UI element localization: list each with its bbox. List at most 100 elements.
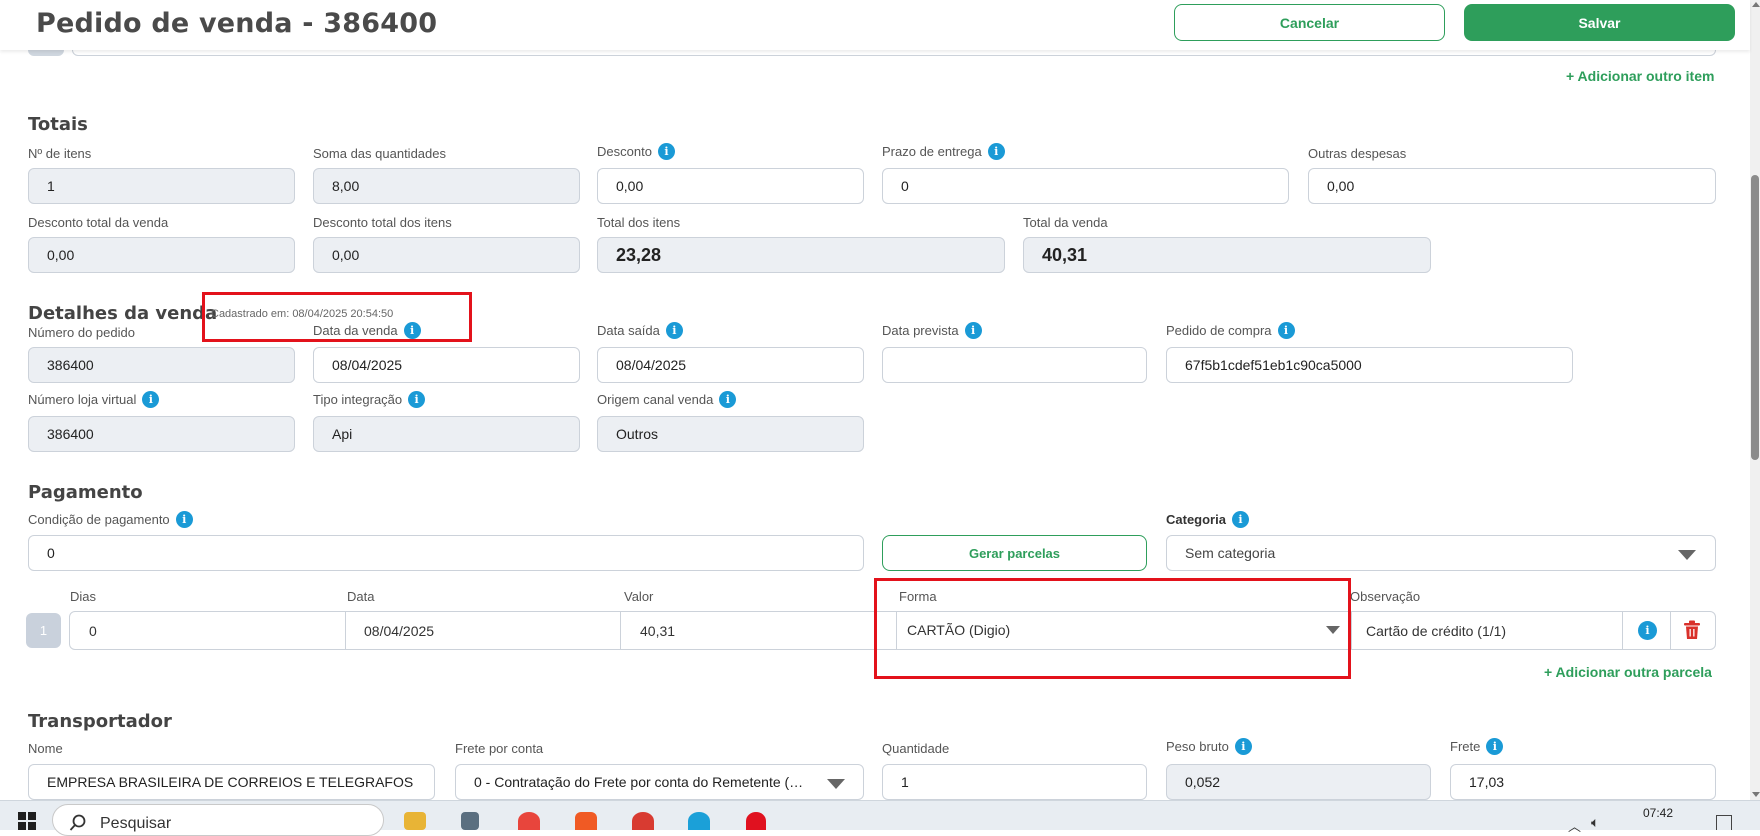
label-data-prevista: Data prevista i bbox=[882, 322, 982, 339]
parcela-observacao-input[interactable]: Cartão de crédito (1/1) bbox=[1366, 623, 1506, 639]
brave-icon[interactable] bbox=[575, 812, 597, 830]
numero-loja-field: 386400 bbox=[28, 416, 295, 452]
info-icon[interactable]: i bbox=[1277, 322, 1295, 339]
cancel-button[interactable]: Cancelar bbox=[1174, 4, 1445, 41]
parcela-dias-input[interactable]: 0 bbox=[89, 623, 97, 639]
label-origem-canal: Origem canal venda i bbox=[597, 391, 737, 408]
tipo-integracao-field: Api bbox=[313, 416, 580, 452]
origem-canal-field: Outros bbox=[597, 416, 864, 452]
info-icon[interactable]: i bbox=[1231, 511, 1249, 528]
info-icon[interactable]: i bbox=[719, 391, 737, 408]
label-desconto: Desconto i bbox=[597, 143, 675, 160]
total-venda-field: 40,31 bbox=[1023, 237, 1431, 273]
col-header-observacao: Observação bbox=[1350, 589, 1421, 604]
label-quantidade: Quantidade bbox=[882, 741, 950, 756]
prazo-input[interactable]: 0 bbox=[882, 168, 1289, 204]
scrollbar[interactable] bbox=[1750, 0, 1760, 800]
label-n-itens: Nº de itens bbox=[28, 146, 92, 161]
trash-icon[interactable] bbox=[1683, 620, 1701, 640]
info-icon[interactable]: i bbox=[408, 391, 426, 408]
divider bbox=[345, 612, 346, 649]
outras-despesas-input[interactable]: 0,00 bbox=[1308, 168, 1716, 204]
chevron-down-icon bbox=[1678, 550, 1696, 560]
parcela-index-badge: 1 bbox=[26, 613, 61, 648]
condicao-pagamento-input[interactable]: 0 bbox=[28, 535, 864, 571]
info-icon[interactable]: i bbox=[657, 143, 675, 160]
info-icon[interactable]: i bbox=[1638, 621, 1657, 640]
parcela-data-input[interactable]: 08/04/2025 bbox=[364, 623, 434, 639]
label-categoria: Categoria i bbox=[1166, 511, 1249, 528]
section-title-transportador: Transportador bbox=[28, 711, 172, 732]
label-desc-total-venda: Desconto total da venda bbox=[28, 215, 169, 230]
col-header-valor: Valor bbox=[624, 589, 654, 604]
highlight-box-cadastro bbox=[202, 292, 472, 342]
soma-qtd-field: 8,00 bbox=[313, 168, 580, 204]
col-header-dias: Dias bbox=[70, 589, 97, 604]
desc-total-venda-field: 0,00 bbox=[28, 237, 295, 273]
section-title-detalhes: Detalhes da venda bbox=[28, 303, 218, 324]
calculator-icon[interactable] bbox=[461, 812, 479, 830]
label-prazo: Prazo de entrega i bbox=[882, 143, 1005, 160]
label-tipo-integracao: Tipo integração i bbox=[313, 391, 426, 408]
label-total-itens: Total dos itens bbox=[597, 215, 681, 230]
info-icon[interactable]: i bbox=[964, 322, 982, 339]
label-peso-bruto: Peso bruto i bbox=[1166, 738, 1252, 755]
volume-icon[interactable]: 🔈︎ bbox=[1591, 814, 1599, 831]
transportador-nome-input[interactable]: EMPRESA BRASILEIRA DE CORREIOS E TELEGRA… bbox=[28, 764, 435, 800]
save-button[interactable]: Salvar bbox=[1464, 4, 1735, 41]
chevron-up-icon[interactable]: ︿ bbox=[1568, 816, 1581, 835]
add-item-link[interactable]: + Adicionar outro item bbox=[1566, 68, 1714, 84]
divider bbox=[1670, 612, 1671, 649]
notification-icon[interactable] bbox=[1716, 815, 1732, 830]
page-header: Pedido de venda - 386400 Cancelar Salvar bbox=[0, 0, 1750, 50]
frete-conta-select[interactable]: 0 - Contratação do Frete por conta do Re… bbox=[455, 764, 864, 800]
info-icon[interactable]: i bbox=[987, 143, 1005, 160]
scrollbar-thumb[interactable] bbox=[1751, 175, 1759, 460]
label-pedido-compra: Pedido de compra i bbox=[1166, 322, 1295, 339]
label-frete: Frete i bbox=[1450, 738, 1504, 755]
desconto-input[interactable]: 0,00 bbox=[597, 168, 864, 204]
info-icon[interactable]: i bbox=[665, 322, 683, 339]
label-numero-pedido: Número do pedido bbox=[28, 325, 135, 340]
opera-icon[interactable] bbox=[746, 812, 766, 830]
label-nome: Nome bbox=[28, 741, 63, 756]
categoria-select[interactable]: Sem categoria bbox=[1166, 535, 1716, 571]
scroll-up-arrow[interactable] bbox=[1752, 2, 1760, 7]
pedido-compra-input[interactable]: 67f5b1cdef51eb1c90ca5000 bbox=[1166, 347, 1573, 383]
peso-bruto-field: 0,052 bbox=[1166, 764, 1431, 800]
data-saida-input[interactable]: 08/04/2025 bbox=[597, 347, 864, 383]
label-desc-total-itens: Desconto total dos itens bbox=[313, 215, 452, 230]
section-title-pagamento: Pagamento bbox=[28, 482, 143, 503]
numero-pedido-field: 386400 bbox=[28, 347, 295, 383]
add-parcela-link[interactable]: + Adicionar outra parcela bbox=[1544, 664, 1712, 680]
label-data-saida: Data saída i bbox=[597, 322, 683, 339]
info-icon[interactable]: i bbox=[1234, 738, 1252, 755]
quantidade-input[interactable]: 1 bbox=[882, 764, 1147, 800]
info-icon[interactable]: i bbox=[142, 391, 160, 408]
data-venda-input[interactable]: 08/04/2025 bbox=[313, 347, 580, 383]
gerar-parcelas-button[interactable]: Gerar parcelas bbox=[882, 535, 1147, 571]
taskbar-search-placeholder: Pesquisar bbox=[100, 815, 172, 832]
taskbar-clock[interactable]: 07:42 bbox=[1643, 806, 1673, 820]
label-condicao: Condição de pagamento i bbox=[28, 511, 193, 528]
section-title-totais: Totais bbox=[28, 114, 88, 135]
edge-icon[interactable] bbox=[688, 812, 710, 830]
windows-start-icon[interactable] bbox=[18, 812, 36, 830]
chrome-icon[interactable] bbox=[518, 812, 540, 830]
taskbar: Pesquisar bbox=[0, 800, 1760, 836]
total-itens-field: 23,28 bbox=[597, 237, 1005, 273]
divider bbox=[1351, 612, 1352, 649]
info-icon[interactable]: i bbox=[175, 511, 193, 528]
chrome-profile-icon[interactable] bbox=[632, 812, 654, 830]
data-prevista-input[interactable] bbox=[882, 347, 1147, 383]
info-icon[interactable]: i bbox=[1486, 738, 1504, 755]
frete-input[interactable]: 17,03 bbox=[1450, 764, 1716, 800]
taskbar-search[interactable]: Pesquisar bbox=[52, 804, 384, 836]
n-itens-field: 1 bbox=[28, 168, 295, 204]
desc-total-itens-field: 0,00 bbox=[313, 237, 580, 273]
file-explorer-icon[interactable] bbox=[404, 812, 426, 830]
col-header-data: Data bbox=[347, 589, 375, 604]
parcela-valor-input[interactable]: 40,31 bbox=[640, 623, 675, 639]
label-total-venda: Total da venda bbox=[1023, 215, 1108, 230]
scroll-down-arrow[interactable] bbox=[1752, 792, 1760, 797]
